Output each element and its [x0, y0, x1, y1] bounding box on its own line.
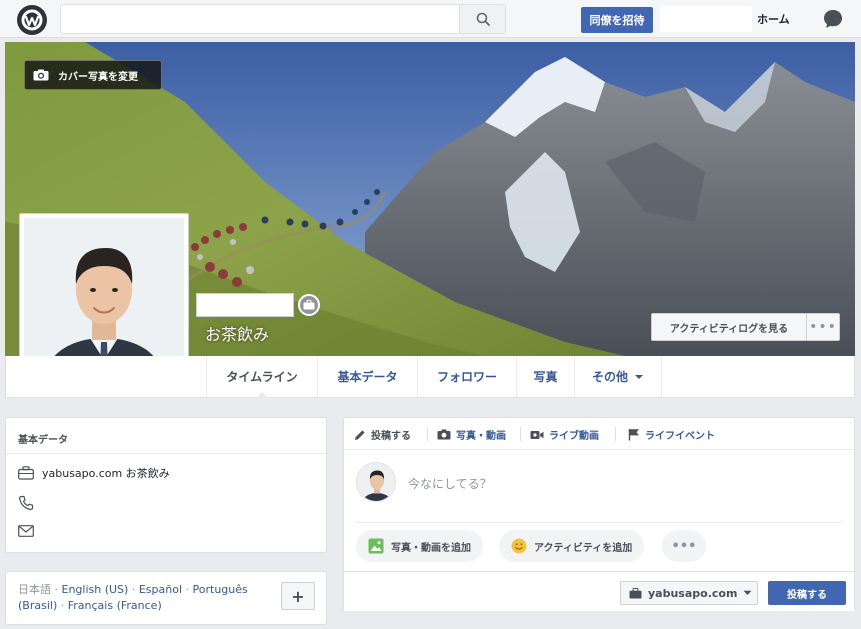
photo-icon	[368, 538, 384, 554]
phone-icon	[19, 495, 34, 511]
profile-name-box	[196, 293, 294, 317]
composer-tab-life-event-label: ライフイベント	[645, 431, 715, 442]
briefcase-icon	[18, 466, 34, 480]
tab-timeline[interactable]: タイムライン	[206, 356, 317, 397]
post-composer: 投稿する 写真・動画 ライブ動画 ライフイベント 今なにしてる？ 写真・動画を追…	[343, 417, 855, 611]
pencil-icon	[355, 429, 365, 440]
composer-footer: yabusapo.com 投稿する	[344, 571, 854, 611]
about-work-text: yabusapo.com お茶飲み	[42, 467, 170, 480]
cover-more-button[interactable]: •••	[806, 313, 840, 341]
briefcase-icon	[629, 587, 642, 598]
profile-tabs: タイムライン 基本データ フォロワー 写真 その他	[5, 356, 855, 398]
smiley-icon	[511, 538, 527, 554]
profile-name-link[interactable]	[660, 6, 752, 32]
video-camera-icon	[530, 430, 544, 439]
briefcase-icon	[303, 300, 315, 310]
composer-tab-live-label: ライブ動画	[549, 431, 599, 442]
language-link-french[interactable]: Français (France)	[68, 599, 162, 612]
composer-tab-photo-label: 写真・動画	[456, 431, 506, 442]
composer-divider	[356, 522, 842, 523]
audience-selector[interactable]: yabusapo.com	[620, 581, 758, 605]
composer-tab-life-event[interactable]: ライフイベント	[628, 427, 715, 442]
language-link-english[interactable]: English (US)	[62, 583, 129, 596]
activity-log-button[interactable]: アクティビティログを見る	[651, 313, 807, 341]
top-bar: 同僚を招待 ホーム	[0, 0, 861, 38]
languages-card: 日本語 · English (US) · Español · Português…	[5, 571, 327, 625]
search-icon	[476, 12, 490, 26]
profile-subtitle: お茶飲み	[205, 325, 270, 344]
composer-avatar-photo	[357, 463, 395, 501]
composer-tab-photo[interactable]: 写真・動画	[437, 427, 506, 442]
add-photo-video-label: 写真・動画を追加	[391, 542, 471, 554]
home-link[interactable]: ホーム	[757, 11, 790, 27]
envelope-icon	[18, 525, 34, 537]
composer-tab-separator	[520, 427, 521, 441]
change-cover-button[interactable]: カバー写真を変更	[24, 60, 162, 90]
audience-label: yabusapo.com	[648, 586, 738, 600]
caret-down-icon	[635, 374, 643, 379]
composer-avatar	[356, 462, 396, 502]
add-language-button[interactable]: +	[281, 582, 315, 610]
add-photo-video-button[interactable]: 写真・動画を追加	[356, 530, 483, 562]
composer-tab-post-label: 投稿する	[371, 431, 411, 442]
about-card: 基本データ yabusapo.com お茶飲み	[5, 417, 327, 553]
active-tab-indicator	[256, 392, 268, 398]
caret-down-icon	[743, 590, 752, 595]
camera-icon	[437, 429, 451, 440]
about-title: 基本データ	[6, 418, 326, 454]
tab-about[interactable]: 基本データ	[317, 356, 417, 397]
work-badge	[298, 294, 320, 316]
about-work-row: yabusapo.com お茶飲み	[18, 465, 170, 481]
tab-photos[interactable]: 写真	[516, 356, 574, 397]
language-current: 日本語	[18, 583, 51, 596]
post-button[interactable]: 投稿する	[768, 581, 846, 605]
tab-more-label: その他	[591, 370, 628, 384]
composer-tab-post[interactable]: 投稿する	[354, 427, 411, 442]
change-cover-label: カバー写真を変更	[58, 71, 138, 83]
flag-icon	[628, 429, 639, 441]
add-activity-button[interactable]: アクティビティを追加	[499, 530, 645, 562]
chat-icon[interactable]	[822, 8, 844, 30]
language-list: 日本語 · English (US) · Español · Português…	[18, 583, 248, 612]
composer-tab-separator	[615, 427, 616, 441]
add-activity-label: アクティビティを追加	[534, 542, 633, 554]
composer-more-button[interactable]: •••	[662, 530, 706, 562]
tab-followers[interactable]: フォロワー	[417, 356, 516, 397]
search-button[interactable]	[459, 5, 505, 33]
about-email-row	[18, 525, 34, 537]
profile-photo	[24, 218, 184, 378]
composer-tabs: 投稿する 写真・動画 ライブ動画 ライフイベント	[344, 418, 854, 450]
composer-tab-separator	[427, 427, 428, 441]
camera-icon	[33, 69, 49, 81]
composer-tab-live[interactable]: ライブ動画	[530, 427, 599, 442]
composer-input[interactable]: 今なにしてる？	[408, 475, 492, 492]
language-link-spanish[interactable]: Español	[139, 583, 182, 596]
about-phone-row	[18, 495, 34, 511]
search-input[interactable]	[60, 4, 506, 34]
workplace-logo-icon[interactable]	[16, 4, 48, 36]
invite-coworkers-button[interactable]: 同僚を招待	[581, 7, 653, 33]
tab-more[interactable]: その他	[574, 356, 662, 397]
